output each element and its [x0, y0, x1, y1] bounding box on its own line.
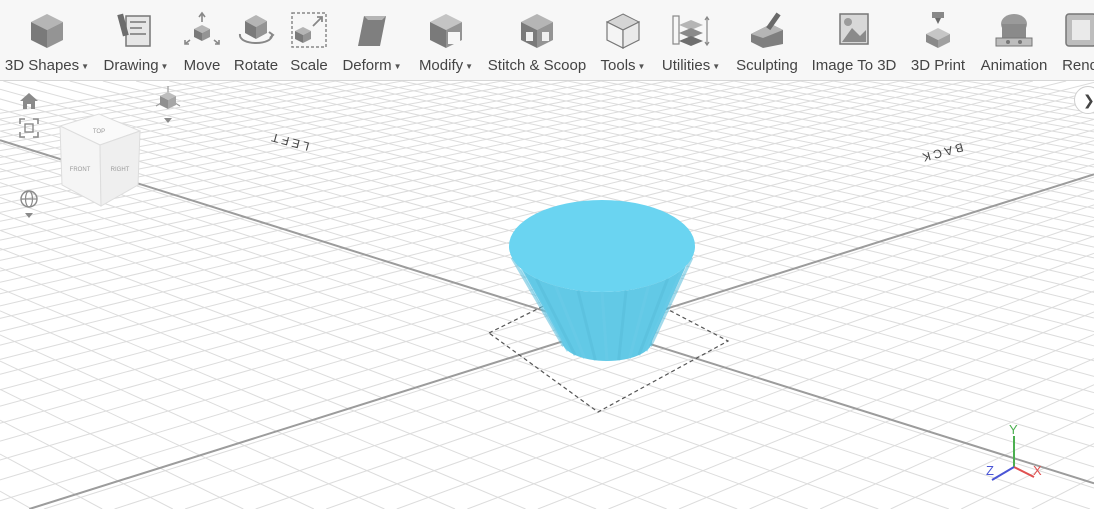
main-toolbar: 3D Shapes ▼ Drawing ▼ Move Rotate Scale Deform ▼…: [0, 0, 1094, 81]
toolbar-item-label: 3D Shapes: [4, 57, 80, 74]
collapse-panel-button[interactable]: ❯: [1074, 86, 1094, 114]
axis-y-label: Y: [1009, 422, 1018, 437]
toolbar-rend-button[interactable]: Rend: [1020, 0, 1094, 80]
orbit-mode-button[interactable]: [18, 189, 40, 226]
truncated-cone-object[interactable]: [509, 200, 695, 362]
fit-view-button[interactable]: [19, 118, 39, 143]
home-view-button[interactable]: [19, 92, 39, 115]
axis-x-label: X: [1033, 463, 1042, 478]
home-icon: [20, 93, 38, 109]
axis-gizmo: Y X Z: [986, 422, 1042, 481]
chevron-down-icon: [25, 213, 33, 218]
chevron-down-icon: [164, 118, 172, 123]
render-icon: [1060, 10, 1094, 50]
fit-view-icon: [19, 118, 39, 138]
modify-icon: [426, 10, 466, 50]
toolbar-item-label: Modify: [418, 57, 464, 74]
perspective-cube-icon: [155, 86, 181, 123]
chevron-right-icon: ❯: [1083, 91, 1094, 108]
image-to-3d-icon: [834, 10, 874, 50]
3d-print-icon: [918, 10, 958, 50]
orbit-globe-icon: [20, 190, 38, 218]
scene-canvas[interactable]: LEFT BACK TOP FRONT RIGHT Y X Z: [0, 81, 1094, 509]
sculpting-icon: [747, 10, 787, 50]
toolbar-item-label: Deform: [342, 57, 392, 74]
cube-icon: [27, 10, 67, 50]
cone-top-face: [509, 200, 695, 292]
utilities-icon: [671, 10, 711, 50]
view-mode-button[interactable]: [155, 86, 181, 133]
caret-down-icon: ▼: [465, 62, 474, 71]
axis-z-label: Z: [986, 463, 994, 478]
view-cube-right-label: RIGHT: [111, 167, 130, 173]
toolbar-item-label: Utilities: [661, 57, 711, 74]
stitch-scoop-icon: [517, 10, 557, 50]
toolbar-item-label: Sculpting: [736, 57, 798, 74]
view-cube-front-label: FRONT: [70, 167, 91, 173]
3d-viewport[interactable]: LEFT BACK TOP FRONT RIGHT Y X Z: [0, 81, 1094, 509]
toolbar-item-label: Rend: [1062, 57, 1094, 74]
view-cube-top-label: TOP: [93, 129, 105, 135]
